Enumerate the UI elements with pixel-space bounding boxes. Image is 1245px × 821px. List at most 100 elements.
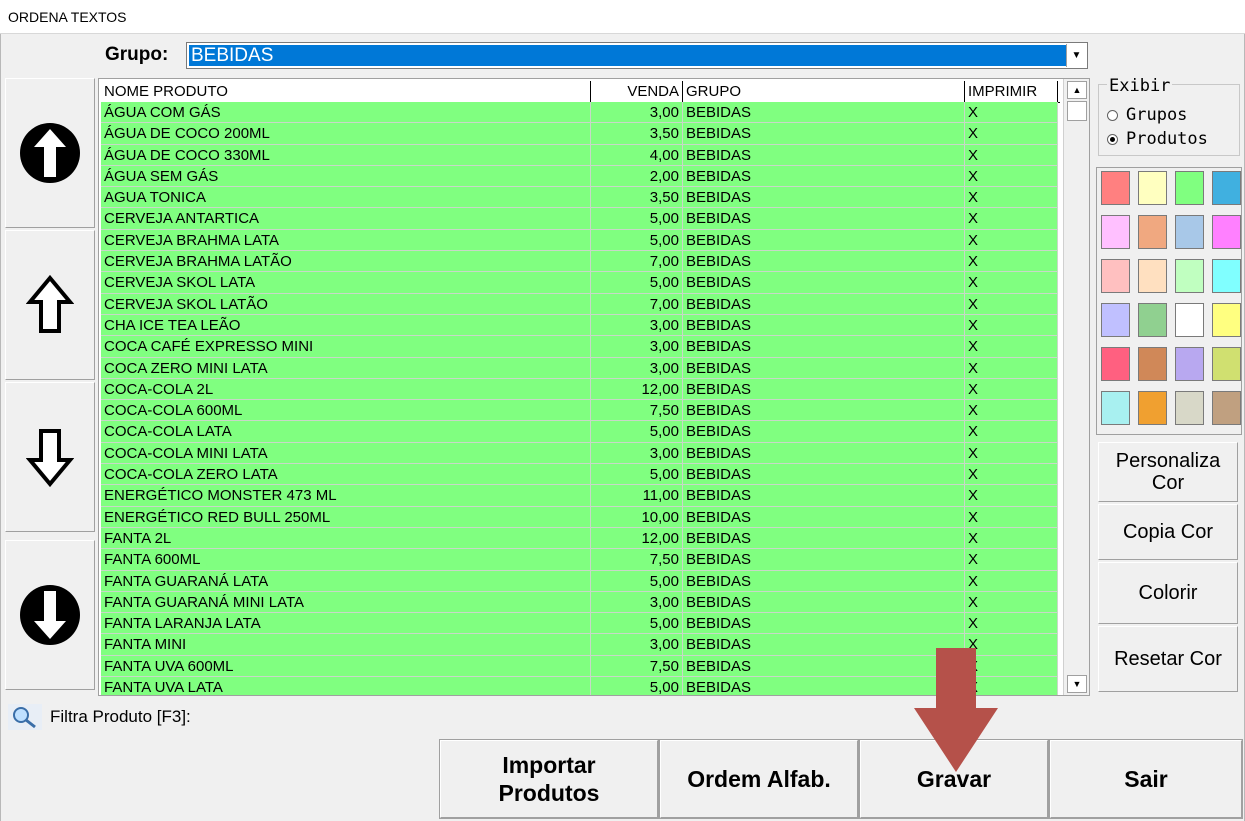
cell-venda[interactable]: 3,00 (591, 634, 683, 656)
cell-nome-produto[interactable]: CERVEJA ANTARTICA (101, 208, 591, 230)
cell-venda[interactable]: 7,00 (591, 293, 683, 315)
product-grid[interactable]: NOME PRODUTO VENDA GRUPO IMPRIMIR ÁGUA C… (98, 78, 1090, 696)
resetar-cor-button[interactable]: Resetar Cor (1098, 626, 1238, 692)
cell-nome-produto[interactable]: COCA-COLA 2L (101, 378, 591, 401)
cell-grupo[interactable]: BEBIDAS (683, 421, 965, 443)
color-swatch[interactable] (1138, 347, 1167, 381)
scroll-thumb[interactable] (1067, 101, 1087, 121)
cell-nome-produto[interactable]: FANTA UVA 600ML (101, 655, 591, 678)
cell-imprimir[interactable]: X (965, 123, 1058, 145)
radio-produtos[interactable]: Produtos (1107, 129, 1208, 149)
cell-imprimir[interactable]: X (965, 485, 1058, 507)
cell-imprimir[interactable]: X (965, 442, 1058, 465)
importar-produtos-button[interactable]: Importar Produtos (439, 739, 659, 819)
move-down-button[interactable] (5, 382, 95, 532)
cell-nome-produto[interactable]: COCA-COLA MINI LATA (101, 442, 591, 465)
scroll-down-icon[interactable]: ▼ (1067, 675, 1087, 693)
cell-imprimir[interactable]: X (965, 208, 1058, 230)
cell-imprimir[interactable]: X (965, 421, 1058, 443)
color-swatch[interactable] (1212, 303, 1241, 337)
cell-venda[interactable]: 5,00 (591, 421, 683, 443)
table-row[interactable]: FANTA GUARANÁ MINI LATA 3,00 BEBIDAS X (101, 591, 1058, 614)
cell-imprimir[interactable]: X (965, 336, 1058, 358)
table-row[interactable]: FANTA GUARANÁ LATA 5,00 BEBIDAS X (101, 570, 1058, 592)
cell-venda[interactable]: 3,50 (591, 187, 683, 209)
color-swatch[interactable] (1101, 303, 1130, 337)
color-swatch[interactable] (1101, 347, 1130, 381)
cell-venda[interactable]: 5,00 (591, 677, 683, 695)
cell-grupo[interactable]: BEBIDAS (683, 613, 965, 635)
cell-grupo[interactable]: BEBIDAS (683, 165, 965, 188)
table-row[interactable]: CERVEJA BRAHMA LATA 5,00 BEBIDAS X (101, 229, 1058, 252)
cell-imprimir[interactable]: X (965, 293, 1058, 315)
cell-grupo[interactable]: BEBIDAS (683, 208, 965, 230)
grupo-selected-value[interactable]: BEBIDAS (189, 45, 1066, 66)
cell-grupo[interactable]: BEBIDAS (683, 314, 965, 337)
radio-grupos[interactable]: Grupos (1107, 105, 1187, 125)
table-row[interactable]: CERVEJA SKOL LATA 5,00 BEBIDAS X (101, 272, 1058, 294)
color-swatch[interactable] (1212, 215, 1241, 249)
table-row[interactable]: ÁGUA DE COCO 200ML 3,50 BEBIDAS X (101, 123, 1058, 145)
cell-imprimir[interactable]: X (965, 165, 1058, 188)
cell-nome-produto[interactable]: ÁGUA DE COCO 200ML (101, 123, 591, 145)
scroll-up-icon[interactable]: ▲ (1067, 81, 1087, 99)
table-row[interactable]: COCA-COLA 600ML 7,50 BEBIDAS X (101, 400, 1058, 422)
color-swatch[interactable] (1175, 259, 1204, 293)
color-swatch[interactable] (1101, 215, 1130, 249)
cell-imprimir[interactable]: X (965, 613, 1058, 635)
cell-nome-produto[interactable]: FANTA 600ML (101, 549, 591, 571)
color-swatch[interactable] (1138, 303, 1167, 337)
cell-grupo[interactable]: BEBIDAS (683, 591, 965, 614)
cell-imprimir[interactable]: X (965, 357, 1058, 379)
cell-venda[interactable]: 5,00 (591, 464, 683, 486)
cell-nome-produto[interactable]: COCA-COLA 600ML (101, 400, 591, 422)
cell-imprimir[interactable]: X (965, 314, 1058, 337)
cell-venda[interactable]: 5,00 (591, 272, 683, 294)
table-row[interactable]: ENERGÉTICO RED BULL 250ML 10,00 BEBIDAS X (101, 506, 1058, 528)
cell-grupo[interactable]: BEBIDAS (683, 570, 965, 592)
move-to-top-button[interactable] (5, 78, 95, 228)
cell-grupo[interactable]: BEBIDAS (683, 378, 965, 401)
cell-venda[interactable]: 7,50 (591, 655, 683, 678)
color-swatch[interactable] (1138, 391, 1167, 425)
cell-grupo[interactable]: BEBIDAS (683, 357, 965, 379)
table-row[interactable]: COCA CAFÉ EXPRESSO MINI 3,00 BEBIDAS X (101, 336, 1058, 358)
table-row[interactable]: ÁGUA DE COCO 330ML 4,00 BEBIDAS X (101, 144, 1058, 166)
cell-nome-produto[interactable]: FANTA 2L (101, 527, 591, 550)
cell-imprimir[interactable]: X (965, 570, 1058, 592)
cell-grupo[interactable]: BEBIDAS (683, 229, 965, 252)
color-swatch[interactable] (1101, 171, 1130, 205)
cell-nome-produto[interactable]: CERVEJA SKOL LATA (101, 272, 591, 294)
cell-imprimir[interactable]: X (965, 102, 1058, 124)
move-to-bottom-button[interactable] (5, 540, 95, 690)
cell-grupo[interactable]: BEBIDAS (683, 400, 965, 422)
cell-nome-produto[interactable]: CERVEJA SKOL LATÃO (101, 293, 591, 315)
table-row[interactable]: FANTA 600ML 7,50 BEBIDAS X (101, 549, 1058, 571)
color-swatch[interactable] (1101, 391, 1130, 425)
color-swatch[interactable] (1175, 171, 1204, 205)
cell-grupo[interactable]: BEBIDAS (683, 464, 965, 486)
table-row[interactable]: CHA ICE TEA LEÃO 3,00 BEBIDAS X (101, 314, 1058, 337)
table-row[interactable]: COCA-COLA LATA 5,00 BEBIDAS X (101, 421, 1058, 443)
cell-nome-produto[interactable]: ÁGUA DE COCO 330ML (101, 144, 591, 166)
cell-venda[interactable]: 10,00 (591, 506, 683, 528)
cell-imprimir[interactable]: X (965, 272, 1058, 294)
cell-imprimir[interactable]: X (965, 144, 1058, 166)
cell-nome-produto[interactable]: CERVEJA BRAHMA LATÃO (101, 251, 591, 273)
cell-venda[interactable]: 5,00 (591, 613, 683, 635)
table-row[interactable]: CERVEJA BRAHMA LATÃO 7,00 BEBIDAS X (101, 251, 1058, 273)
cell-grupo[interactable]: BEBIDAS (683, 251, 965, 273)
cell-grupo[interactable]: BEBIDAS (683, 549, 965, 571)
cell-venda[interactable]: 11,00 (591, 485, 683, 507)
cell-venda[interactable]: 2,00 (591, 165, 683, 188)
cell-nome-produto[interactable]: COCA-COLA ZERO LATA (101, 464, 591, 486)
color-swatch[interactable] (1175, 347, 1204, 381)
cell-nome-produto[interactable]: CHA ICE TEA LEÃO (101, 314, 591, 337)
cell-nome-produto[interactable]: ÁGUA SEM GÁS (101, 165, 591, 188)
table-row[interactable]: COCA ZERO MINI LATA 3,00 BEBIDAS X (101, 357, 1058, 379)
table-row[interactable]: COCA-COLA ZERO LATA 5,00 BEBIDAS X (101, 464, 1058, 486)
cell-nome-produto[interactable]: ÁGUA COM GÁS (101, 102, 591, 124)
color-swatch[interactable] (1212, 347, 1241, 381)
cell-imprimir[interactable]: X (965, 506, 1058, 528)
grupo-select[interactable]: BEBIDAS ▼ (186, 42, 1088, 69)
